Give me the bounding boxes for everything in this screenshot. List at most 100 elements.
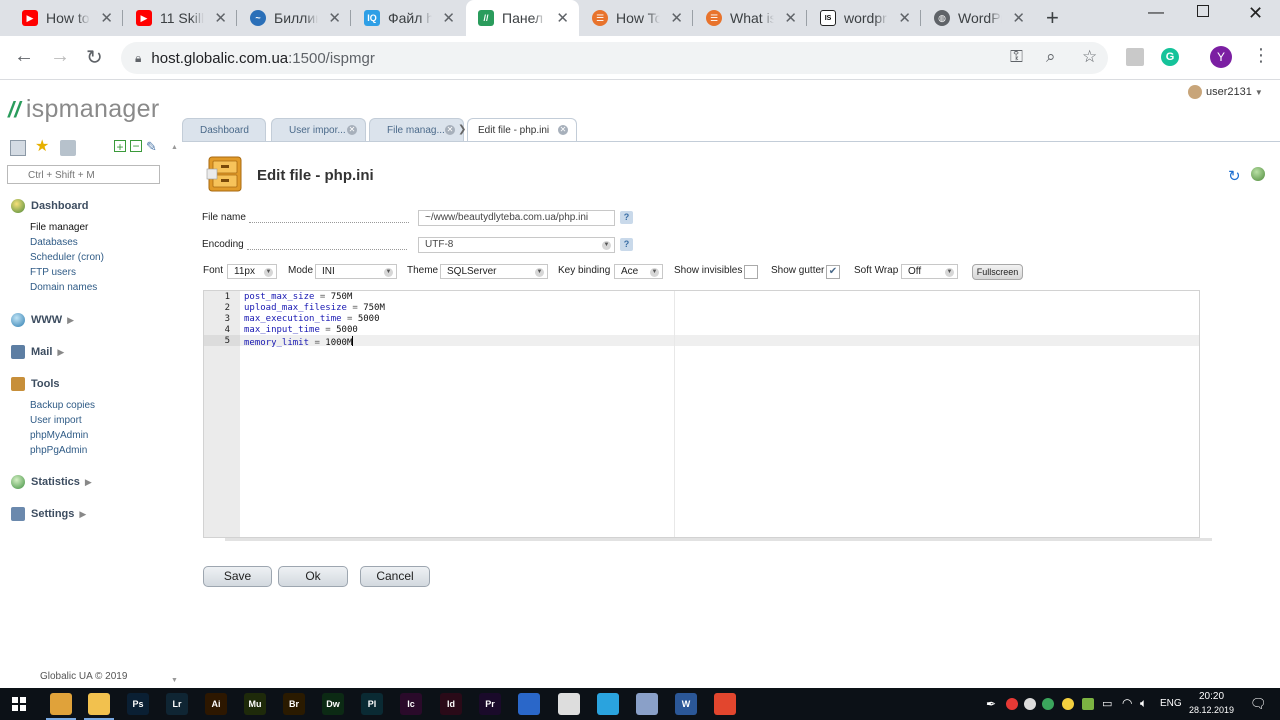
close-icon[interactable]: ✕ (898, 9, 911, 27)
pin-icon[interactable]: ✎ (146, 140, 162, 156)
close-icon[interactable]: ✕ (347, 125, 357, 135)
chrome-icon[interactable] (46, 693, 76, 720)
reload-icon[interactable]: ↻ (86, 45, 103, 70)
browser-tab[interactable]: ◍ WordPr ✕ (922, 0, 1035, 36)
sidebar-item-phppgadmin[interactable]: phpPgAdmin (30, 445, 87, 456)
language-indicator[interactable]: ENG (1160, 698, 1182, 709)
browser-tab[interactable]: ~ Биллин ✕ (238, 0, 351, 36)
font-size-select[interactable]: 11px ▼ (227, 264, 277, 279)
sidebar-scrollbar[interactable]: ▲ ▼ (170, 142, 180, 688)
forward-arrow-icon[interactable]: → (50, 45, 70, 68)
sidebar-item-scheduler[interactable]: Scheduler (cron) (30, 252, 104, 263)
telegram-icon[interactable] (597, 693, 619, 715)
favorites-star-icon[interactable]: ★ (35, 139, 51, 156)
photoshop-icon[interactable]: Ps (127, 693, 149, 715)
lightroom-icon[interactable]: Lr (166, 693, 188, 715)
word-icon[interactable]: W (675, 693, 697, 715)
expand-all-icon[interactable]: + (114, 140, 126, 153)
scroll-up-icon[interactable]: ▲ (171, 144, 178, 151)
encoding-select[interactable]: UTF-8 ▼ (418, 237, 615, 253)
minimize-icon[interactable]: — (1148, 4, 1164, 22)
bridge-icon[interactable]: Br (283, 693, 305, 715)
sidebar-item-phpmyadmin[interactable]: phpMyAdmin (30, 430, 88, 441)
editor-horizontal-scrollbar[interactable] (225, 538, 1212, 541)
close-icon[interactable]: ✕ (328, 9, 341, 27)
tab-edit-file[interactable]: Edit file - php.ini ✕ (467, 118, 577, 142)
sidebar-item-ftp-users[interactable]: FTP users (30, 267, 76, 278)
tray-app-icon[interactable] (1082, 698, 1094, 710)
prelude-icon[interactable]: Pl (361, 693, 383, 715)
tree-view-icon[interactable] (10, 140, 26, 156)
folder-icon[interactable] (84, 693, 114, 720)
extension-icon[interactable] (1126, 48, 1144, 66)
fullscreen-button[interactable]: Fullscreen (972, 264, 1023, 280)
close-icon[interactable]: ✕ (100, 9, 113, 27)
help-icon[interactable]: ? (620, 238, 633, 251)
browser-tab[interactable]: ▶ How to ✕ (10, 0, 123, 36)
sidebar-item-domain-names[interactable]: Domain names (30, 282, 97, 293)
user-menu[interactable]: user2131 ▼ (1188, 85, 1263, 99)
sidebar-item-backup-copies[interactable]: Backup copies (30, 400, 95, 411)
inkscape-icon[interactable] (558, 693, 580, 715)
help-icon[interactable]: ? (620, 211, 633, 224)
browser-tab[interactable]: IS wordpr ✕ (808, 0, 921, 36)
pen-icon[interactable]: ✒ (986, 697, 996, 711)
bookmark-star-icon[interactable]: ☆ (1082, 47, 1097, 67)
help-globe-icon[interactable] (1251, 167, 1265, 181)
screenshot-icon[interactable] (636, 693, 658, 715)
tab-file-manager[interactable]: File manag... ✕ (369, 118, 464, 142)
scroll-down-icon[interactable]: ▼ (171, 677, 178, 684)
chrome-tray-icon[interactable] (1024, 698, 1036, 710)
browser-tab[interactable]: ☰ How To ✕ (580, 0, 693, 36)
refresh-icon[interactable]: ↻ (1228, 167, 1241, 185)
close-icon[interactable]: ✕ (558, 125, 568, 135)
ispmanager-logo[interactable]: //ispmanager (8, 95, 159, 124)
tray-app-icon[interactable] (1062, 698, 1074, 710)
close-icon[interactable]: ✕ (556, 9, 569, 27)
soft-wrap-select[interactable]: Off ▼ (901, 264, 958, 279)
dreamweaver-icon[interactable]: Dw (322, 693, 344, 715)
menu-kebab-icon[interactable]: ⋮ (1252, 45, 1270, 66)
premiere-icon[interactable]: Pr (479, 693, 501, 715)
close-icon[interactable]: ✕ (214, 9, 227, 27)
close-icon[interactable]: ✕ (784, 9, 797, 27)
zoom-icon[interactable]: ⌕ (1046, 47, 1056, 67)
wifi-icon[interactable]: ◠ (1122, 696, 1132, 710)
collapse-all-icon[interactable]: − (130, 140, 142, 152)
ok-button[interactable]: Ok (278, 566, 348, 587)
close-icon[interactable]: ✕ (442, 9, 455, 27)
tray-app-icon[interactable] (1042, 698, 1054, 710)
app-icon[interactable] (518, 693, 540, 715)
address-bar[interactable]: 🔒︎ host.globalic.com.ua:1500/ispmgr (121, 42, 1108, 74)
indesign-icon[interactable]: Id (440, 693, 462, 715)
windows-start-icon[interactable] (12, 697, 26, 711)
close-icon[interactable]: ✕ (670, 9, 683, 27)
close-icon[interactable]: ✕ (1012, 9, 1025, 27)
save-button[interactable]: Save (203, 566, 272, 587)
browser-tab[interactable]: ☰ What is ✕ (694, 0, 807, 36)
clock-date[interactable]: 28.12.2019 (1189, 705, 1234, 715)
notifications-icon[interactable]: 🗨︎ (1250, 696, 1267, 712)
back-arrow-icon[interactable]: ← (14, 45, 34, 68)
sidebar-section-statistics[interactable]: Statistics ▶ (11, 475, 92, 489)
show-gutter-checkbox[interactable]: ✔ (826, 265, 840, 279)
browser-tab[interactable]: IQ Файл h ✕ (352, 0, 465, 36)
keybinding-select[interactable]: Ace ▼ (614, 264, 663, 279)
grammarly-icon[interactable]: G (1161, 48, 1179, 66)
tab-dashboard[interactable]: Dashboard (182, 118, 266, 142)
volume-icon[interactable]: 🔈︎ (1140, 696, 1147, 711)
xmind-icon[interactable] (714, 693, 736, 715)
sidebar-search-input[interactable] (7, 165, 160, 184)
sidebar-item-user-import[interactable]: User import (30, 415, 82, 426)
archive-icon[interactable] (60, 140, 76, 156)
sidebar-section-dashboard[interactable]: Dashboard (11, 199, 88, 213)
sidebar-section-www[interactable]: WWW ▶ (11, 313, 74, 327)
mode-select[interactable]: INI ▼ (315, 264, 397, 279)
new-tab-plus-icon[interactable]: + (1046, 5, 1059, 31)
maximize-icon[interactable] (1197, 5, 1209, 17)
sidebar-item-databases[interactable]: Databases (30, 237, 78, 248)
clock-time[interactable]: 20:20 (1199, 691, 1224, 702)
muse-icon[interactable]: Mu (244, 693, 266, 715)
theme-select[interactable]: SQLServer ▼ (440, 264, 548, 279)
tab-user-import[interactable]: User impor... ✕ (271, 118, 366, 142)
